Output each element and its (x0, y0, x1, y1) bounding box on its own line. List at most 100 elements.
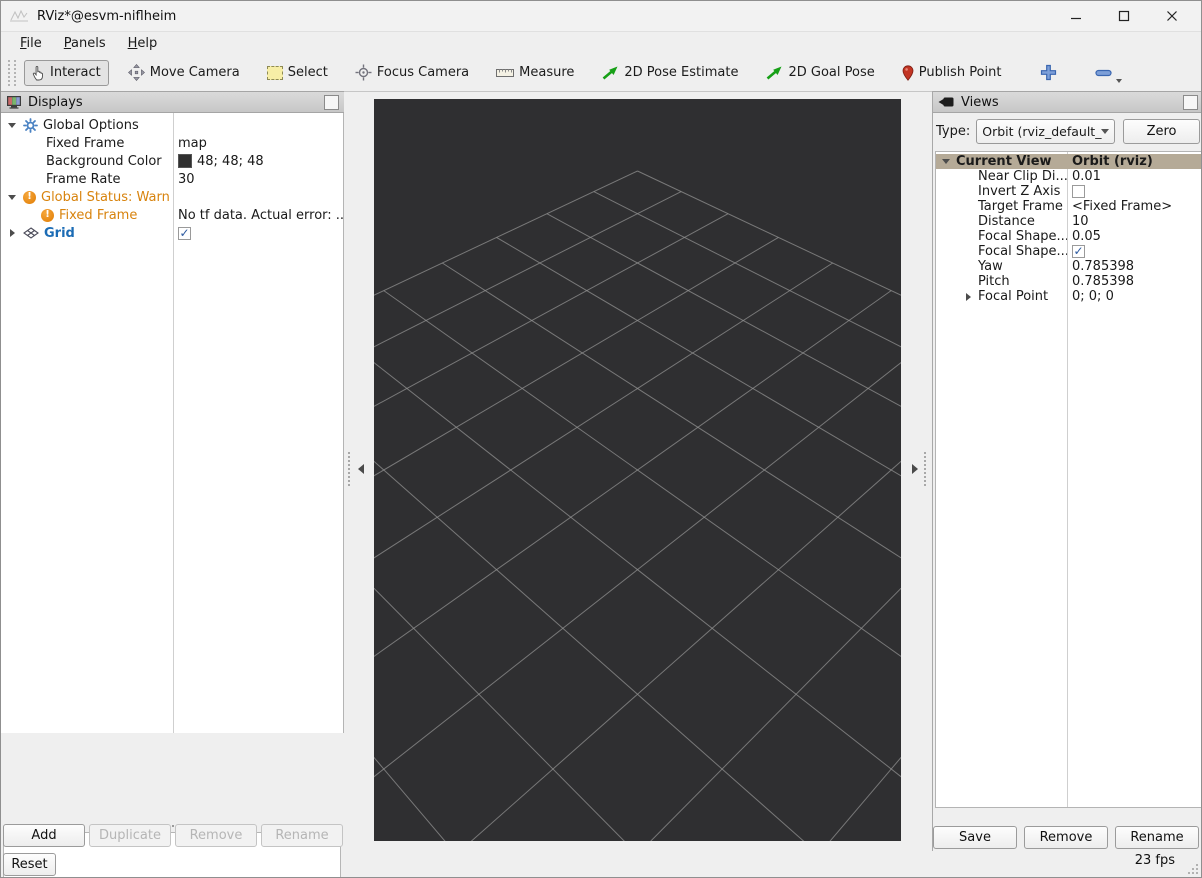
move-camera-tool-button[interactable]: Move Camera (120, 59, 248, 86)
pose-estimate-tool-button[interactable]: 2D Pose Estimate (593, 60, 746, 86)
row-pitch[interactable]: Pitch 0.785398 (936, 274, 1201, 289)
expander-right-icon[interactable] (962, 291, 974, 303)
views-panel-header[interactable]: Views (933, 91, 1201, 113)
grid-enabled-checkbox[interactable] (178, 226, 191, 240)
add-button[interactable]: Add (3, 824, 85, 847)
row-value[interactable]: 30 (178, 172, 195, 187)
row-focal-point[interactable]: Focal Point 0; 0; 0 (936, 289, 1201, 304)
publish-point-tool-button[interactable]: Publish Point (894, 60, 1010, 86)
row-focal-shape-fixed[interactable]: Focal Shape... (936, 244, 1201, 259)
gear-icon (23, 117, 38, 133)
menu-panels[interactable]: Panels (53, 34, 117, 53)
duplicate-button[interactable]: Duplicate (89, 824, 171, 847)
view-type-row: Type: Orbit (rviz_default_ Zero (933, 118, 1201, 144)
expander-down-icon[interactable] (940, 156, 952, 168)
row-focal-shape-size[interactable]: Focal Shape... 0.05 (936, 229, 1201, 244)
row-yaw[interactable]: Yaw 0.785398 (936, 259, 1201, 274)
row-label: Grid (44, 225, 75, 241)
row-current-view[interactable]: Current View Orbit (rviz) (936, 154, 1201, 169)
expander-right-icon[interactable] (6, 227, 18, 239)
row-status-fixed-frame[interactable]: Fixed Frame No tf data. Actual error: ..… (1, 206, 343, 224)
focal-shape-checkbox[interactable] (1072, 245, 1085, 258)
row-target-frame[interactable]: Target Frame <Fixed Frame> (936, 199, 1201, 214)
goal-pose-tool-button[interactable]: 2D Goal Pose (757, 60, 882, 86)
row-label: Focal Shape... (978, 229, 1067, 244)
monitor-icon (6, 95, 22, 109)
camera-icon (938, 96, 955, 108)
row-global-options[interactable]: Global Options (1, 116, 343, 134)
menu-file[interactable]: File (9, 34, 53, 53)
displays-panel: Displays Global Options Fixed Frame map … (1, 91, 344, 877)
row-background-color[interactable]: Background Color 48; 48; 48 (1, 152, 343, 170)
maximize-button[interactable] (1111, 5, 1137, 27)
focus-camera-tool-button[interactable]: Focus Camera (347, 59, 477, 86)
zero-button[interactable]: Zero (1123, 118, 1200, 144)
remove-view-button[interactable]: Remove (1024, 826, 1108, 849)
view-type-value: Orbit (rviz_default_ (982, 123, 1102, 139)
row-global-status[interactable]: Global Status: Warn (1, 188, 343, 206)
panel-float-button[interactable] (1183, 94, 1198, 110)
row-value[interactable]: map (178, 136, 207, 151)
chevron-down-icon[interactable] (1116, 78, 1123, 83)
row-label: Background Color (46, 153, 162, 169)
row-label: Current View (956, 154, 1052, 169)
collapse-left-arrow[interactable] (356, 463, 366, 475)
row-value[interactable]: 48; 48; 48 (197, 154, 264, 169)
row-grid[interactable]: Grid (1, 224, 343, 242)
rviz-window: RViz*@esvm-niflheim File Panels Help Int… (0, 0, 1202, 878)
displays-panel-header[interactable]: Displays (1, 91, 344, 113)
select-tool-button[interactable]: Select (259, 60, 336, 85)
expander-down-icon[interactable] (6, 119, 18, 131)
tool-label: 2D Pose Estimate (624, 65, 739, 80)
left-splitter-dots[interactable] (348, 452, 350, 486)
warning-icon (41, 208, 54, 222)
chevron-down-icon (1101, 128, 1110, 134)
reset-button[interactable]: Reset (3, 853, 56, 876)
plus-icon (1041, 64, 1057, 81)
resize-grip[interactable] (1188, 864, 1198, 874)
row-value[interactable]: 10 (1072, 214, 1089, 229)
row-value[interactable]: 0.01 (1072, 169, 1101, 184)
row-value[interactable]: <Fixed Frame> (1072, 199, 1172, 214)
displays-tree: Global Options Fixed Frame map Backgroun… (1, 113, 344, 733)
row-label: Fixed Frame (59, 207, 138, 223)
remove-button[interactable]: Remove (175, 824, 257, 847)
tool-label: Move Camera (149, 65, 240, 80)
ruler-icon (496, 68, 515, 78)
rename-button[interactable]: Rename (261, 824, 343, 847)
row-value[interactable]: 0.05 (1072, 229, 1101, 244)
viewport-3d[interactable] (374, 99, 901, 841)
row-fixed-frame[interactable]: Fixed Frame map (1, 134, 343, 152)
measure-tool-button[interactable]: Measure (488, 60, 582, 85)
row-frame-rate[interactable]: Frame Rate 30 (1, 170, 343, 188)
row-near-clip[interactable]: Near Clip Di... 0.01 (936, 169, 1201, 184)
row-distance[interactable]: Distance 10 (936, 214, 1201, 229)
invert-z-checkbox[interactable] (1072, 185, 1085, 198)
toolbar-grip[interactable] (8, 59, 16, 86)
row-invert-z[interactable]: Invert Z Axis (936, 184, 1201, 199)
row-value: No tf data. Actual error: ... (178, 207, 343, 223)
row-label: Target Frame (978, 199, 1063, 214)
panel-float-button[interactable] (324, 94, 339, 110)
color-swatch[interactable] (178, 154, 192, 168)
right-splitter-dots[interactable] (924, 452, 926, 486)
row-value[interactable]: 0.785398 (1072, 259, 1134, 274)
close-button[interactable] (1159, 5, 1185, 27)
menu-help[interactable]: Help (117, 34, 169, 53)
row-label: Focal Point (978, 289, 1049, 304)
remove-tool-button[interactable] (1089, 65, 1123, 83)
collapse-right-arrow[interactable] (910, 463, 920, 475)
tool-label: Focus Camera (376, 65, 470, 80)
add-tool-button[interactable] (1034, 60, 1063, 85)
rename-view-button[interactable]: Rename (1115, 826, 1199, 849)
row-value[interactable]: 0.785398 (1072, 274, 1134, 289)
interact-tool-button[interactable]: Interact (24, 59, 109, 86)
tool-label: Select (287, 65, 328, 80)
save-button[interactable]: Save (933, 826, 1017, 849)
views-panel-title: Views (961, 94, 999, 110)
view-type-dropdown[interactable]: Orbit (rviz_default_ (976, 118, 1116, 144)
row-label: Frame Rate (46, 171, 121, 187)
row-value[interactable]: 0; 0; 0 (1072, 289, 1114, 304)
expander-down-icon[interactable] (6, 191, 18, 203)
minimize-button[interactable] (1063, 5, 1089, 27)
